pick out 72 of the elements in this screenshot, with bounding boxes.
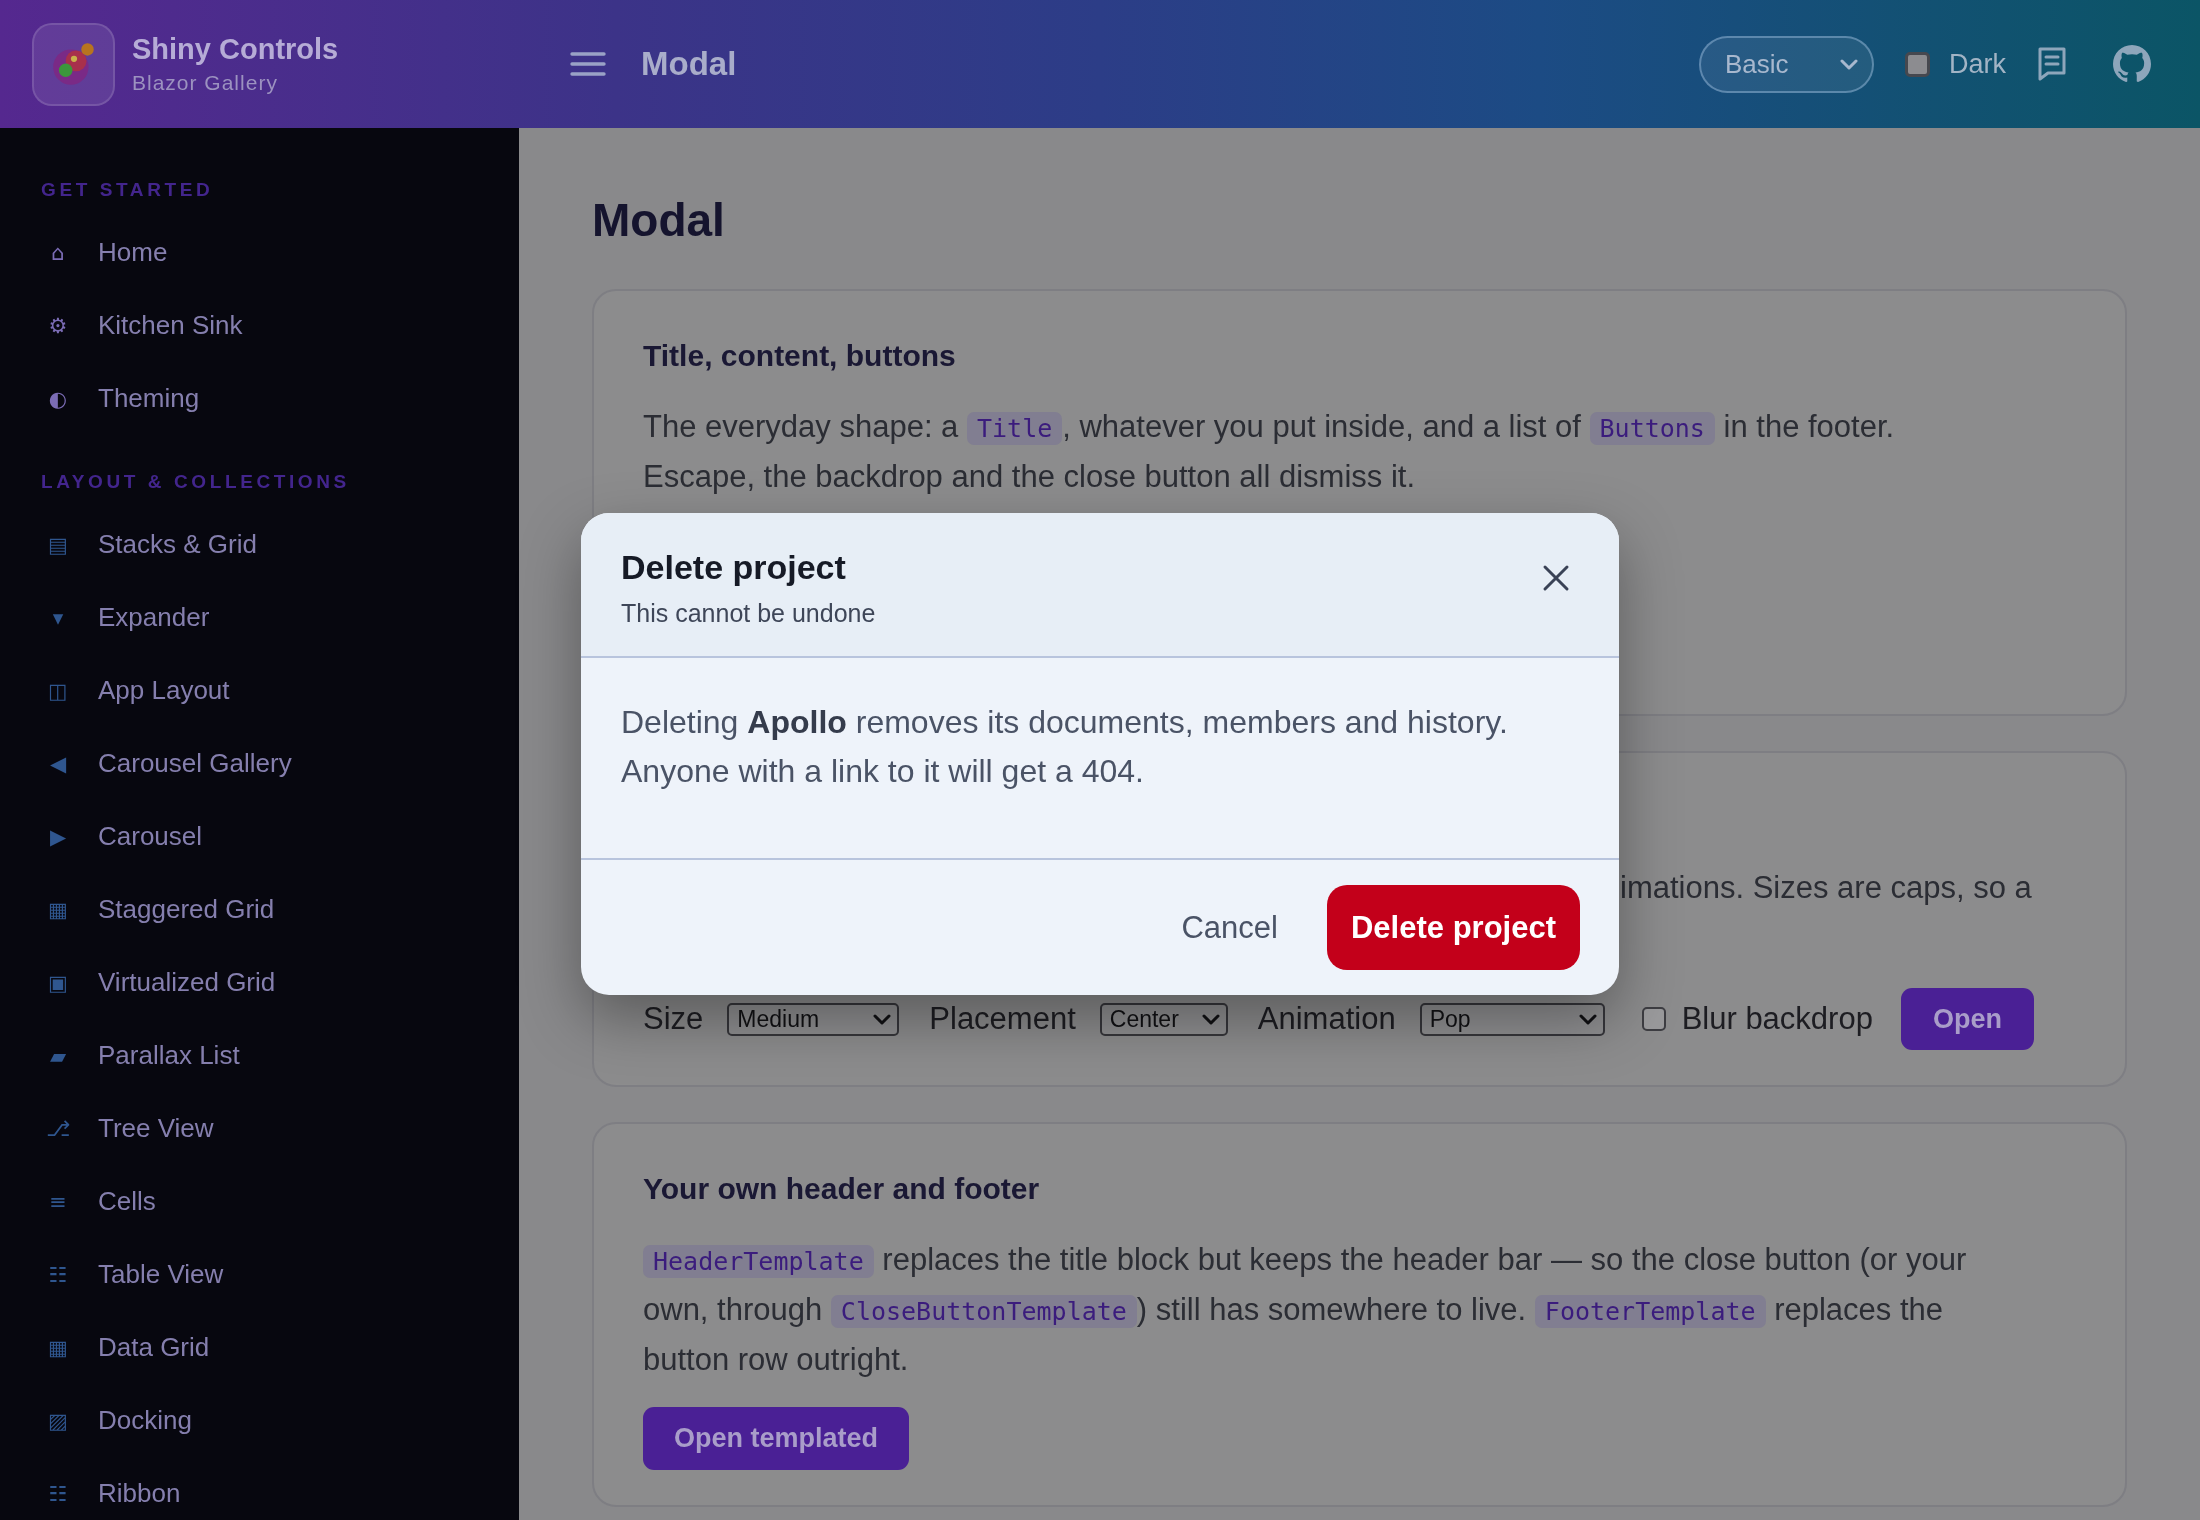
gear-icon: ⚙ bbox=[46, 313, 70, 338]
modal-message: Deleting Apollo removes its documents, members and history. Anyone with a link to it will get a 404. bbox=[621, 703, 1509, 791]
modal-subtitle: This cannot be undone bbox=[621, 598, 876, 629]
sidebar-item[interactable]: ▶ Carousel bbox=[14, 800, 505, 873]
modal-title: Delete project bbox=[621, 547, 846, 588]
delete-button[interactable]: Delete project bbox=[1327, 885, 1580, 970]
sidebar-item[interactable]: ☷ Table View bbox=[14, 1238, 505, 1311]
open-button[interactable]: Open bbox=[1900, 988, 2034, 1050]
sidebar-item[interactable]: ▨ Docking bbox=[14, 1384, 505, 1457]
sidebar-item[interactable]: ▦ Staggered Grid bbox=[14, 873, 505, 946]
cancel-button[interactable]: Cancel bbox=[1165, 899, 1294, 956]
sidebar-item[interactable]: ⎇ Tree View bbox=[14, 1092, 505, 1165]
sidebar-item[interactable]: ⚙ Kitchen Sink bbox=[14, 289, 505, 362]
logo-icon bbox=[32, 22, 115, 106]
dashed-grid-icon: ☷ bbox=[46, 1481, 70, 1506]
grid-square-icon: ▦ bbox=[46, 897, 70, 922]
dropdown-select[interactable]: Center bbox=[1099, 1002, 1228, 1036]
section-label: GET STARTED bbox=[41, 179, 214, 201]
card-text: The everyday shape: a Title , whatever you put inside, and a list of Buttons in the footer. Escape, the backdrop and the close button all dismiss it. bbox=[643, 408, 1896, 496]
dark-label: Dark bbox=[1949, 48, 2006, 80]
card-title: Your own header and footer bbox=[643, 1171, 1041, 1207]
sidebar-item[interactable]: ≡ Cells bbox=[14, 1165, 505, 1238]
half-circle-icon: ◐ bbox=[46, 386, 70, 411]
split-square-icon: ◫ bbox=[46, 678, 70, 703]
three-lines-icon: ≡ bbox=[46, 1189, 70, 1214]
sidebar-item[interactable]: ◐ Theming bbox=[14, 362, 505, 435]
app-subtitle: Blazor Gallery bbox=[132, 70, 278, 96]
caret-icon bbox=[1840, 58, 1858, 70]
card-text: HeaderTemplate replaces the title block but keeps the header bar — so the close button (or your own, through CloseButtonTemplate ) still has somewhere to live. FooterTemplate replaces the button row outright. bbox=[643, 1241, 1968, 1379]
card-title: Title, content, buttons bbox=[643, 338, 957, 374]
close-icon[interactable] bbox=[1542, 564, 1570, 592]
dashed-grid-icon: ☷ bbox=[46, 1262, 70, 1287]
sidebar-item[interactable]: ☷ Ribbon bbox=[14, 1457, 505, 1520]
field-label: Size bbox=[643, 1001, 704, 1037]
dropdown-select[interactable]: Pop bbox=[1419, 1002, 1605, 1036]
parallelogram-icon: ▰ bbox=[46, 1043, 70, 1068]
field-label: Animation bbox=[1257, 1001, 1396, 1037]
field-label: Placement bbox=[929, 1001, 1076, 1037]
page-heading: Modal bbox=[592, 193, 726, 248]
dark-mode-checkbox[interactable] bbox=[1905, 51, 1930, 77]
sidebar-item[interactable]: ▰ Parallax List bbox=[14, 1019, 505, 1092]
framed-square-icon: ▣ bbox=[46, 970, 70, 995]
cat-logo-icon[interactable] bbox=[2113, 45, 2151, 83]
checkbox-label: Blur backdrop bbox=[1681, 1001, 1873, 1037]
app-title: Shiny Controls bbox=[132, 32, 339, 66]
open-button[interactable]: Open templated bbox=[643, 1407, 910, 1470]
page-title: Modal bbox=[641, 45, 737, 83]
message-icon[interactable] bbox=[2037, 46, 2067, 82]
theme-select[interactable]: Basic bbox=[1699, 35, 1874, 93]
caret-icon bbox=[873, 1013, 892, 1025]
sidebar-item[interactable]: ◫ App Layout bbox=[14, 654, 505, 727]
sidebar-item[interactable]: ◀ Carousel Gallery bbox=[14, 727, 505, 800]
checkbox[interactable] bbox=[1641, 1007, 1666, 1031]
card-text: imations. Sizes are caps, so a bbox=[1620, 869, 2033, 907]
sidebar-item[interactable]: ⌂ Home bbox=[14, 216, 505, 289]
sidebar-item[interactable]: ▦ Data Grid bbox=[14, 1311, 505, 1384]
left-triangle-icon: ◀ bbox=[46, 751, 70, 776]
branch-line-icon: ⎇ bbox=[46, 1116, 70, 1141]
hatched-square-icon: ▨ bbox=[46, 1408, 70, 1433]
section-label: LAYOUT & COLLECTIONS bbox=[41, 471, 350, 493]
sidebar-item[interactable]: ▤ Stacks & Grid bbox=[14, 508, 505, 581]
menu-icon[interactable] bbox=[570, 51, 606, 77]
caret-icon bbox=[1578, 1013, 1597, 1025]
right-triangle-icon: ▶ bbox=[46, 824, 70, 849]
sidebar-item[interactable]: ▾ Expander bbox=[14, 581, 505, 654]
house-icon: ⌂ bbox=[46, 240, 70, 265]
dropdown-select[interactable]: Medium bbox=[727, 1002, 900, 1036]
small-triangle-icon: ▾ bbox=[46, 605, 70, 630]
sidebar-item[interactable]: ▣ Virtualized Grid bbox=[14, 946, 505, 1019]
caret-icon bbox=[1201, 1013, 1220, 1025]
grid-square-icon: ▦ bbox=[46, 1335, 70, 1360]
lined-square-icon: ▤ bbox=[46, 532, 70, 557]
